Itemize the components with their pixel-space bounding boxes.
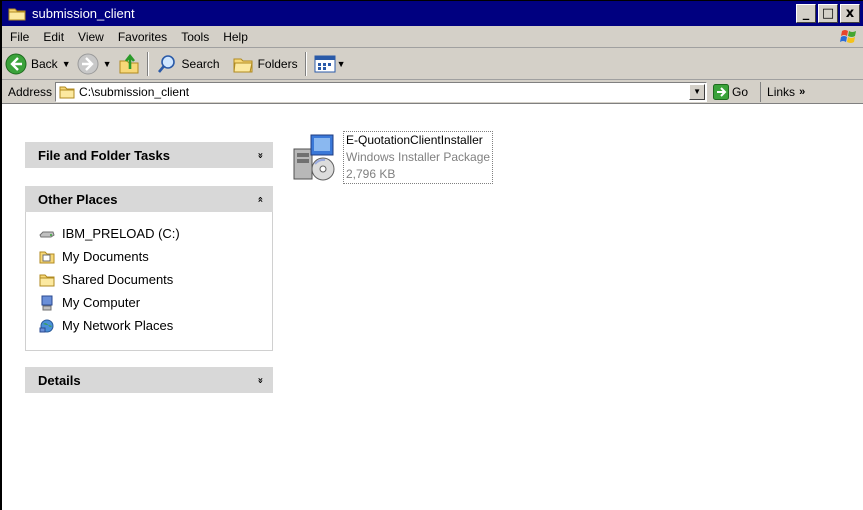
back-button[interactable]: Back ▼ xyxy=(2,51,74,77)
other-places-list: IBM_PRELOAD (C:) My Documents Shared Doc… xyxy=(25,212,273,351)
forward-button[interactable]: ▼ xyxy=(74,51,115,77)
close-button[interactable]: x xyxy=(840,4,860,23)
folders-label: Folders xyxy=(257,56,298,71)
up-folder-button[interactable] xyxy=(115,51,143,77)
menu-help[interactable]: Help xyxy=(216,30,255,44)
menu-edit[interactable]: Edit xyxy=(36,30,71,44)
views-icon xyxy=(314,55,336,72)
search-label: Search xyxy=(181,56,220,71)
place-shared-documents[interactable]: Shared Documents xyxy=(39,268,272,291)
back-label: Back xyxy=(31,56,58,71)
place-my-network-places[interactable]: My Network Places xyxy=(39,314,272,337)
place-ibm-preload[interactable]: IBM_PRELOAD (C:) xyxy=(39,222,272,245)
menu-favorites[interactable]: Favorites xyxy=(111,30,174,44)
go-label: Go xyxy=(732,84,749,99)
views-dropdown-icon[interactable]: ▼ xyxy=(337,59,346,69)
window-title: submission_client xyxy=(32,6,135,21)
folders-button[interactable]: Folders xyxy=(229,51,301,77)
windows-logo-icon xyxy=(840,30,856,43)
my-documents-icon xyxy=(39,251,55,263)
window-controls: _ □ x xyxy=(796,4,860,23)
folder-icon xyxy=(59,86,75,98)
up-folder-icon xyxy=(119,53,139,73)
details-panel: Details » xyxy=(25,367,273,393)
folders-icon xyxy=(233,58,253,72)
links-label: Links xyxy=(767,84,796,99)
file-label: E-QuotationClientInstaller Windows Insta… xyxy=(343,131,494,184)
address-dropdown-button[interactable]: ▼ xyxy=(689,83,706,100)
network-places-icon xyxy=(39,319,54,332)
place-label: IBM_PRELOAD (C:) xyxy=(62,226,180,241)
file-folder-tasks-header[interactable]: File and Folder Tasks » xyxy=(25,142,273,168)
links-toolbar[interactable]: Links » xyxy=(760,81,805,102)
details-header[interactable]: Details » xyxy=(25,367,273,393)
file-name: E-QuotationClientInstaller xyxy=(346,133,483,147)
menu-tools[interactable]: Tools xyxy=(174,30,216,44)
expand-chevron-icon[interactable]: » xyxy=(254,377,265,383)
forward-dropdown-icon[interactable]: ▼ xyxy=(103,59,112,69)
menu-file[interactable]: File xyxy=(2,30,36,44)
address-value: C:\submission_client xyxy=(79,84,190,99)
place-label: My Documents xyxy=(62,249,149,264)
go-button[interactable]: Go xyxy=(713,83,749,100)
address-label: Address xyxy=(8,84,53,99)
maximize-button[interactable]: □ xyxy=(818,4,838,23)
address-input[interactable]: C:\submission_client ▼ xyxy=(55,81,708,102)
installer-package-icon xyxy=(293,134,335,181)
menu-bar: File Edit View Favorites Tools Help xyxy=(2,26,863,48)
place-label: Shared Documents xyxy=(62,272,174,287)
place-my-documents[interactable]: My Documents xyxy=(39,245,272,268)
other-places-header[interactable]: Other Places « xyxy=(25,186,273,212)
toolbar-separator xyxy=(146,51,149,76)
place-label: My Network Places xyxy=(62,318,174,333)
collapse-chevron-icon[interactable]: « xyxy=(254,196,265,202)
toolbar: Back ▼ ▼ Search Folders ▼ xyxy=(2,48,863,80)
explorer-window: submission_client _ □ x File Edit View F… xyxy=(0,0,863,510)
place-label: My Computer xyxy=(62,295,141,310)
file-item[interactable]: E-QuotationClientInstaller Windows Insta… xyxy=(289,131,494,187)
views-button[interactable]: ▼ xyxy=(311,51,349,77)
search-icon xyxy=(157,54,175,73)
forward-arrow-icon xyxy=(77,53,99,74)
file-size: 2,796 KB xyxy=(346,167,396,181)
search-button[interactable]: Search xyxy=(153,51,223,77)
menu-view[interactable]: View xyxy=(71,30,111,44)
my-computer-icon xyxy=(41,295,53,310)
place-my-computer[interactable]: My Computer xyxy=(39,291,272,314)
drive-icon xyxy=(39,231,55,237)
back-arrow-icon xyxy=(5,53,27,74)
minimize-button[interactable]: _ xyxy=(796,4,816,23)
panel-title: File and Folder Tasks xyxy=(38,147,170,163)
go-arrow-icon xyxy=(713,83,730,100)
title-bar[interactable]: submission_client _ □ x xyxy=(2,1,863,26)
file-type: Windows Installer Package xyxy=(346,150,491,164)
panel-title: Details xyxy=(38,372,81,388)
address-bar: Address C:\submission_client ▼ Go Links … xyxy=(2,80,863,104)
other-places-panel: Other Places « IBM_PRELOAD (C:) My Docum… xyxy=(25,186,273,351)
file-folder-tasks-panel: File and Folder Tasks » xyxy=(25,142,273,168)
content-area: File and Folder Tasks » Other Places « I… xyxy=(2,105,863,510)
expand-chevron-icon[interactable]: » xyxy=(254,152,265,158)
toolbar-separator xyxy=(304,51,307,76)
links-chevron-icon[interactable]: » xyxy=(799,86,805,98)
panel-title: Other Places xyxy=(38,191,118,207)
folder-icon xyxy=(8,8,26,20)
back-dropdown-icon[interactable]: ▼ xyxy=(62,59,71,69)
folder-icon xyxy=(39,274,55,286)
